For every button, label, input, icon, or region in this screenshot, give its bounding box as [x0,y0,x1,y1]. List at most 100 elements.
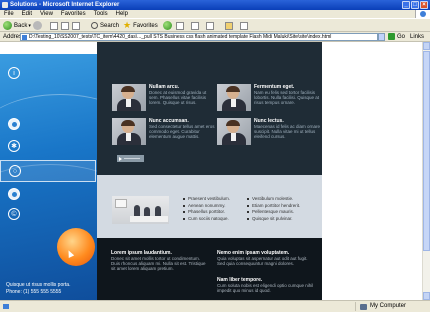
settings-icon[interactable]: ✱ [8,140,20,152]
left-footer-line1: Quisque ut risus mollis porta. [6,282,71,288]
meeting-photo [112,196,169,224]
person-card[interactable]: Fermentum eget. Nam eu felis sed tortor … [217,84,321,112]
links-button[interactable]: Links [410,33,424,41]
print-button[interactable] [206,21,214,30]
security-zone: My Computer [355,302,406,311]
menu-bar: File Edit View Favorites Tools Help [0,10,430,18]
window-title: Solutions - Microsoft Internet Explorer [10,2,120,8]
info-icon[interactable]: i [8,67,20,79]
stop-icon [50,21,58,30]
target-icon[interactable] [8,188,20,200]
maximize-button[interactable]: □ [411,1,419,9]
menu-tools[interactable]: Tools [94,11,108,17]
page-icon [22,35,27,40]
zone-label: My Computer [370,303,407,309]
more-button-line [124,158,140,159]
ie-window-icon [2,2,8,8]
home-icon [72,21,80,30]
scroll-down-button[interactable] [423,292,430,300]
window-controls: _ □ × [402,1,428,9]
list-item[interactable]: Cum sociis natoque. [183,216,230,223]
media-icon [163,21,172,30]
globe-icon[interactable] [8,118,20,130]
messenger-button[interactable] [240,21,248,30]
mail-button[interactable] [191,21,199,30]
person-photo [217,118,251,145]
bottom-text: Quia voluptas sit aspernatur aut odit au… [217,256,308,266]
search-button[interactable]: Search [91,21,119,30]
person-card[interactable]: Nunc accumsan. Sed consectetur tellus am… [112,118,216,146]
copyright-icon[interactable]: © [8,208,20,220]
scroll-up-button[interactable] [423,42,430,50]
close-button[interactable]: × [420,1,428,9]
refresh-button[interactable] [61,21,69,30]
person-photo [112,84,146,111]
person-photo [217,84,251,111]
page-status-icon [3,304,9,309]
bottom-section: Lorem ipsum laudantium. Donec sit amet m… [97,238,322,300]
computer-icon [360,303,367,310]
nav-selected-item[interactable]: ○ [0,160,96,182]
bottom-text: Cum soluta nobis est eligendi optio cumq… [217,283,314,293]
person-card-text: Nam eu felis sed tortor facilisis lobort… [254,90,320,105]
list-item[interactable]: Quisque sit pulvinar. [247,216,300,223]
favorites-button[interactable]: ★ Favorites [123,21,158,30]
address-dropdown-button[interactable] [378,33,385,41]
forward-arrow-icon [33,21,42,30]
middle-section: Praesent vestibulum. Aenean nonummy. Pha… [97,175,322,238]
bullet-list-left: Praesent vestibulum. Aenean nonummy. Pha… [183,196,230,222]
stop-button[interactable] [50,21,58,30]
back-arrow-icon [3,21,12,30]
title-bar: Solutions - Microsoft Internet Explorer … [0,0,430,10]
history-button[interactable] [176,21,184,30]
chevron-down-icon: ▾ [28,22,31,29]
star-icon: ★ [123,20,132,30]
menu-edit[interactable]: Edit [22,11,32,17]
refresh-icon [61,21,69,30]
person-card[interactable]: Nullam arcu. Donec at euismod gravida ut… [112,84,216,112]
person-card-text: Maecenas id felis ac diam ornare suscipi… [254,124,321,139]
go-label: Go [397,33,406,40]
bottom-text: Donec sit amet mollis tortor ut condimen… [111,256,206,271]
scroll-thumb[interactable] [423,51,430,251]
folder-icon [225,21,233,30]
go-arrow-icon [388,33,395,40]
messenger-icon [240,21,248,30]
vertical-scrollbar[interactable] [422,42,430,300]
history-icon [176,21,184,30]
mail-icon [191,21,199,30]
print-icon [206,21,214,30]
person-card-text: Sed consectetur tellus amet eros commodo… [149,124,215,139]
forward-button[interactable] [33,21,42,30]
left-nav-panel: i ✱ ○ © Quisque ut risus mollis porta. P… [0,54,97,300]
back-button[interactable]: Back ▾ [3,21,31,30]
menu-view[interactable]: View [40,11,53,17]
address-input[interactable]: D:\Testing_10\SS2007_tests\TC_item\4420_… [20,33,378,41]
play-arrow-icon [119,157,122,161]
favorites-label: Favorites [133,22,158,29]
status-bar: My Computer [0,300,430,312]
back-label: Back [14,22,28,29]
go-button[interactable]: Go [388,33,405,40]
person-card-text: Donec at euismod gravida ut sem. Phasell… [149,90,207,105]
bullet-list-right: Vestibulum molestie. Etiam porttitor hen… [247,196,300,222]
media-button[interactable] [163,21,172,30]
left-footer-line2: Phone: (1) 555 555 5555 [6,289,62,295]
more-button[interactable] [117,155,144,162]
menu-help[interactable]: Help [116,11,128,17]
search-icon [91,22,98,29]
page-content: i ✱ ○ © Quisque ut risus mollis porta. P… [0,42,430,300]
menu-favorites[interactable]: Favorites [61,11,86,17]
minimize-button[interactable]: _ [402,1,410,9]
folder-button[interactable] [225,21,233,30]
menu-file[interactable]: File [4,11,14,17]
address-bar: Address D:\Testing_10\SS2007_tests\TC_it… [0,32,430,42]
power-icon: ○ [9,165,21,177]
person-card[interactable]: Nunc lectus. Maecenas id felis ac diam o… [217,118,321,146]
search-label: Search [100,22,120,29]
address-value: D:\Testing_10\SS2007_tests\TC_item\4420_… [29,34,332,40]
orange-orb-icon [57,228,95,266]
toolbar: Back ▾ Search ★ Favorites [0,18,430,32]
person-photo [112,118,146,145]
home-button[interactable] [72,21,80,30]
